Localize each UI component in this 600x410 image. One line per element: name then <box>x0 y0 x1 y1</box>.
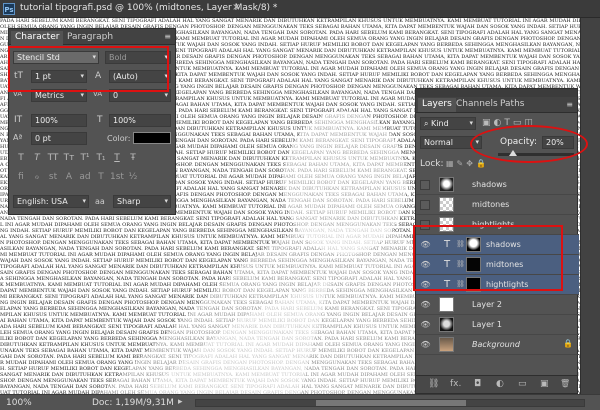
lock-label: Lock: <box>420 159 444 169</box>
panel-menu-icon[interactable]: ≡ <box>164 32 171 41</box>
language-value: English: USA <box>17 197 68 206</box>
layer-filter-kind[interactable]: ⌕ Kind ▾ <box>420 117 476 130</box>
tab-paragraph[interactable]: Paragraph <box>63 31 117 45</box>
titling-alternates-button[interactable]: T <box>93 172 109 182</box>
layer-thumbnail <box>439 197 454 212</box>
ligatures-button[interactable]: fi <box>13 172 29 182</box>
baseline-shift-field[interactable]: 0 pt <box>31 132 87 145</box>
status-menu-arrow[interactable]: ▸ <box>178 397 183 407</box>
horizontal-scale-field[interactable]: 100% <box>109 114 171 127</box>
strikethrough-button[interactable]: Ŧ <box>125 153 141 163</box>
language-select[interactable]: English: USA ▾ <box>13 195 89 208</box>
folder-icon[interactable]: ▭ <box>518 379 527 389</box>
opentype-buttons: fi ℴ st Aad T 1st ½ <box>13 172 141 182</box>
antialias-value: Sharp <box>117 197 141 206</box>
visibility-toggle[interactable] <box>420 180 430 190</box>
tab-character[interactable]: Character <box>11 31 64 45</box>
vertical-scale-icon: IT <box>14 115 23 125</box>
small-caps-button[interactable]: Tт <box>61 153 77 163</box>
underline-button[interactable]: T <box>109 153 125 163</box>
tab-paths[interactable]: Paths <box>496 98 528 112</box>
tab-channels[interactable]: Channels <box>452 98 502 112</box>
zoom-level[interactable]: 100% <box>6 398 32 408</box>
adjustment-icon[interactable]: ◐ <box>496 379 504 389</box>
panel-menu-icon[interactable]: ≡ <box>566 100 573 109</box>
subscript-button[interactable]: T₁ <box>93 153 109 163</box>
ordinals-button[interactable]: 1st <box>109 172 125 182</box>
superscript-button[interactable]: T¹ <box>77 153 93 163</box>
eye-icon[interactable]: 👁 <box>420 340 431 349</box>
stylistic-alternates-button[interactable]: ad <box>77 172 93 182</box>
tracking-value: 0 <box>113 91 119 100</box>
type-style-buttons: T T TT Tт T¹ T₁ T Ŧ <box>13 153 141 163</box>
all-caps-button[interactable]: TT <box>45 153 61 163</box>
horizontal-scale-icon: T <box>97 115 103 125</box>
layer-name: midtones <box>472 200 510 209</box>
layer-row[interactable]: 👁 Layer 2 <box>416 295 579 315</box>
lock-icons[interactable]: ▦✎✥🔒 <box>446 159 489 168</box>
close-icon[interactable]: × <box>232 2 240 13</box>
annotation-highlight-opacity <box>470 125 588 163</box>
layer-row[interactable]: midtones <box>416 195 579 215</box>
layer-row[interactable]: 👁 Layer 1 <box>416 315 579 335</box>
discretionary-ligatures-button[interactable]: st <box>45 172 61 182</box>
antialias-select[interactable]: Sharp ▾ <box>113 195 171 208</box>
annotation-highlight-text-layers <box>413 225 563 291</box>
layers-panel-grip <box>416 89 577 97</box>
visibility-toggle[interactable] <box>420 200 430 210</box>
vertical-scale-value: 100% <box>35 116 58 125</box>
contextual-alternates-button[interactable]: ℴ <box>29 172 45 182</box>
layer-name: Background <box>472 340 520 349</box>
horizontal-scale-value: 100% <box>113 116 136 125</box>
chevron-down-icon: ▾ <box>164 197 168 205</box>
antialias-glyph: aa <box>95 197 105 206</box>
tab-layers[interactable]: Layers <box>418 98 456 112</box>
text-color-swatch[interactable] <box>133 132 171 144</box>
right-dock <box>580 18 600 394</box>
new-layer-icon[interactable]: ▣ <box>540 379 549 389</box>
scrollbar-thumb[interactable] <box>316 400 466 406</box>
layer-thumbnail <box>439 297 454 312</box>
kind-value: Kind <box>431 119 449 128</box>
character-panel-header: Character Paragraph ≡ <box>9 29 175 45</box>
photoshop-logo-icon: Ps <box>3 3 15 15</box>
status-bar: 100% Doc: 1,19M/9,31M ▸ <box>0 394 600 410</box>
baseline-shift-value: 0 pt <box>35 134 51 143</box>
color-label: Color: <box>107 134 131 143</box>
lock-icon: 🔒 <box>563 339 573 348</box>
faux-bold-button[interactable]: T <box>13 153 29 163</box>
link-icon[interactable]: ⛓ <box>428 379 439 389</box>
layer-thumbnail <box>439 337 454 352</box>
annotation-highlight-font-controls <box>8 46 169 92</box>
layers-footer: ⛓ fx. ◘ ◐ ▭ ▣ 🗑 <box>416 375 577 393</box>
layer-row[interactable]: 👁 Background 🔒 <box>416 335 579 355</box>
blend-mode-value: Normal <box>424 138 453 147</box>
vertical-scale-field[interactable]: 100% <box>31 114 87 127</box>
search-icon: ⌕ <box>424 119 432 128</box>
layer-name: Layer 2 <box>472 300 502 309</box>
trash-icon[interactable]: 🗑 <box>560 379 570 388</box>
eye-icon[interactable]: 👁 <box>420 320 431 329</box>
document-tab-bar: Ps tutorial tipografi.psd @ 100% (midton… <box>0 0 600 18</box>
layer-name: shadows <box>472 180 507 189</box>
layer-thumbnail <box>439 177 454 192</box>
faux-italic-button[interactable]: T <box>29 153 45 163</box>
baseline-shift-icon: Aª <box>13 133 23 142</box>
swash-button[interactable]: A <box>61 172 77 182</box>
layers-panel-tabs: Layers Channels Paths ≡ <box>416 97 577 113</box>
horizontal-scrollbar[interactable] <box>195 399 585 407</box>
chevron-down-icon: ▾ <box>82 197 86 205</box>
eye-icon[interactable]: 👁 <box>420 300 431 309</box>
kerning-value: Metrics <box>35 91 65 100</box>
document-size: Doc: 1,19M/9,31M <box>92 398 174 408</box>
fx-icon[interactable]: fx. <box>450 379 461 389</box>
fractions-button[interactable]: ½ <box>125 172 141 182</box>
chevron-down-icon: ▾ <box>469 119 473 127</box>
mask-icon[interactable]: ◘ <box>474 379 481 389</box>
layer-row[interactable]: shadows <box>416 175 579 195</box>
layer-thumbnail <box>439 317 454 332</box>
layer-name: Layer 1 <box>472 320 502 329</box>
